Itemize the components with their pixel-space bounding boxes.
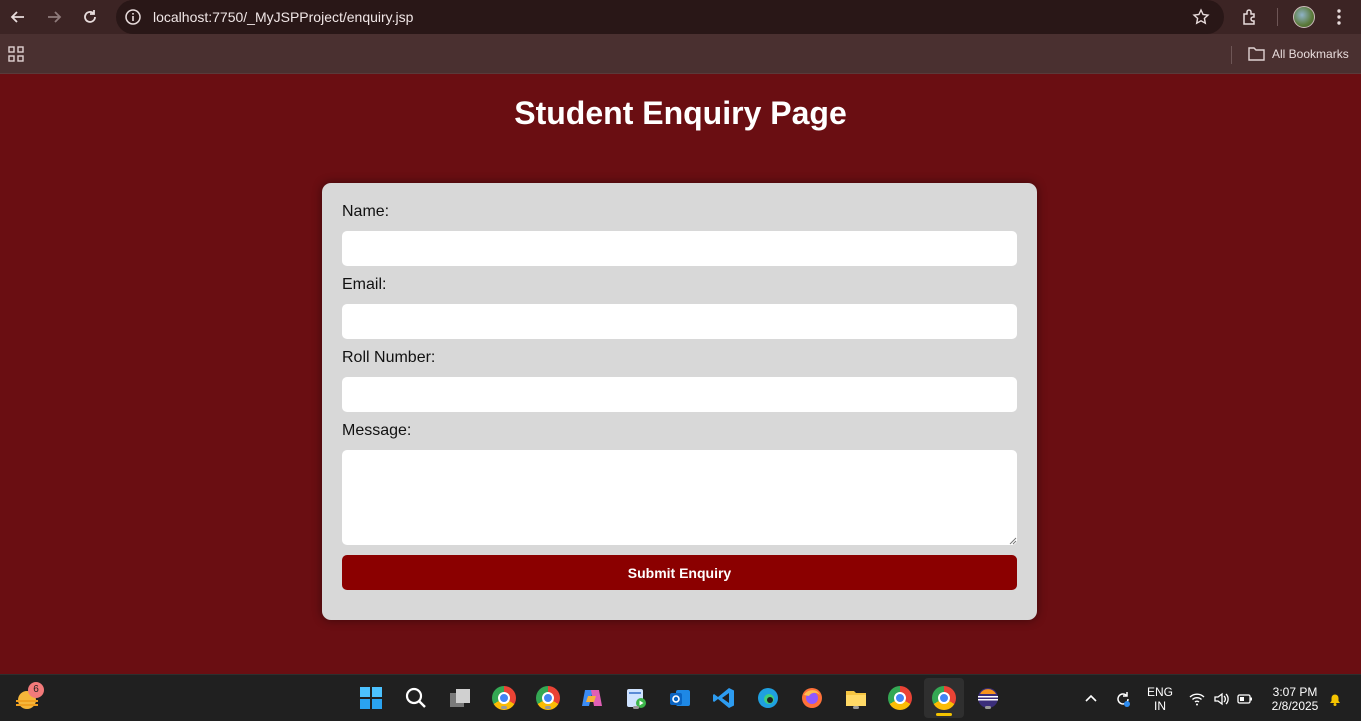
battery-icon[interactable] <box>1237 691 1253 707</box>
profile-avatar[interactable] <box>1293 6 1315 28</box>
reload-icon <box>84 10 96 23</box>
name-input[interactable] <box>342 231 1017 266</box>
bookmark-star-icon[interactable] <box>1192 8 1210 26</box>
apps-grid-icon[interactable] <box>8 46 24 62</box>
message-textarea[interactable] <box>342 450 1017 545</box>
date-text: 2/8/2025 <box>1271 699 1319 713</box>
windows-logo-icon <box>360 687 382 709</box>
taskbar-vscode[interactable] <box>711 685 737 711</box>
taskbar-firefox[interactable] <box>799 685 825 711</box>
taskbar-edge[interactable] <box>755 685 781 711</box>
kebab-menu-icon <box>1337 9 1341 25</box>
page-title: Student Enquiry Page <box>514 95 847 131</box>
browser-menu-button[interactable] <box>1328 6 1350 28</box>
site-info-icon[interactable] <box>124 8 142 26</box>
taskbar-chrome-active[interactable] <box>924 678 964 718</box>
folder-icon <box>1248 47 1265 61</box>
edge-icon <box>758 688 778 708</box>
volume-icon[interactable] <box>1213 691 1229 707</box>
notification-badge: 6 <box>28 682 44 698</box>
active-indicator <box>936 713 952 716</box>
browser-toolbar: localhost:7750/_MyJSPProject/enquiry.jsp <box>0 0 1361 34</box>
taskbar-copilot[interactable] <box>579 685 605 711</box>
reload-button[interactable] <box>78 5 102 29</box>
taskbar-chrome-profile-1[interactable] <box>491 685 517 711</box>
weather-widget[interactable]: 6 <box>14 682 44 713</box>
chrome-icon <box>888 686 912 710</box>
running-indicator <box>853 706 859 709</box>
running-indicator <box>545 706 551 709</box>
language-code: ENG <box>1146 685 1173 699</box>
url-text[interactable]: localhost:7750/_MyJSPProject/enquiry.jsp <box>153 9 413 25</box>
start-button[interactable] <box>358 685 384 711</box>
enquiry-form: Name: Email: Roll Number: Message: Submi… <box>322 183 1037 620</box>
taskbar-chrome-profile-3[interactable] <box>887 685 913 711</box>
taskbar-chrome-profile-2[interactable] <box>535 685 561 711</box>
task-view-icon <box>450 689 470 707</box>
notification-bell-icon[interactable] <box>1327 691 1343 707</box>
bookmarks-bar: All Bookmarks <box>0 34 1361 74</box>
message-label: Message: <box>342 422 412 439</box>
vscode-icon <box>713 688 734 708</box>
forward-arrow-icon <box>48 11 62 23</box>
resize-handle-icon[interactable] <box>1009 537 1017 545</box>
taskbar-eclipse[interactable] <box>975 685 1001 711</box>
puzzle-icon <box>1243 9 1255 25</box>
roll-number-label: Roll Number: <box>342 349 436 366</box>
haze-icon <box>16 700 38 708</box>
search-button[interactable] <box>403 685 429 711</box>
task-view-button[interactable] <box>447 685 473 711</box>
chevron-up-icon[interactable] <box>1083 691 1099 707</box>
running-indicator <box>985 706 991 709</box>
all-bookmarks-link[interactable]: All Bookmarks <box>1272 47 1349 61</box>
name-label: Name: <box>342 203 390 220</box>
running-indicator <box>501 706 507 709</box>
forward-button[interactable] <box>42 5 66 29</box>
address-bar[interactable]: localhost:7750/_MyJSPProject/enquiry.jsp <box>116 0 1224 34</box>
roll-number-input[interactable] <box>342 377 1017 412</box>
windows-taskbar: 6 ENG IN 3:07 PM 2/8/2025 <box>0 674 1361 721</box>
back-arrow-icon <box>10 11 24 23</box>
wifi-icon[interactable] <box>1189 691 1205 707</box>
outlook-icon <box>670 690 690 706</box>
copilot-icon <box>582 690 602 706</box>
email-label: Email: <box>342 276 387 293</box>
chrome-icon <box>932 686 956 710</box>
language-indicator[interactable]: ENG IN <box>1146 685 1174 713</box>
extensions-button[interactable] <box>1239 6 1261 28</box>
toolbar-divider <box>1277 8 1278 26</box>
bookmarks-divider <box>1231 46 1232 64</box>
sync-icon[interactable] <box>1114 690 1132 708</box>
taskbar-outlook[interactable] <box>667 685 693 711</box>
clock[interactable]: 3:07 PM 2/8/2025 <box>1262 685 1328 713</box>
running-indicator <box>633 706 639 709</box>
search-icon <box>405 687 426 708</box>
taskbar-file-explorer[interactable] <box>843 685 869 711</box>
submit-enquiry-button[interactable]: Submit Enquiry <box>342 555 1017 590</box>
taskbar-media-app[interactable] <box>623 685 649 711</box>
time-text: 3:07 PM <box>1272 685 1318 699</box>
region-code: IN <box>1154 699 1166 713</box>
firefox-icon <box>802 688 822 708</box>
back-button[interactable] <box>6 5 30 29</box>
email-input[interactable] <box>342 304 1017 339</box>
